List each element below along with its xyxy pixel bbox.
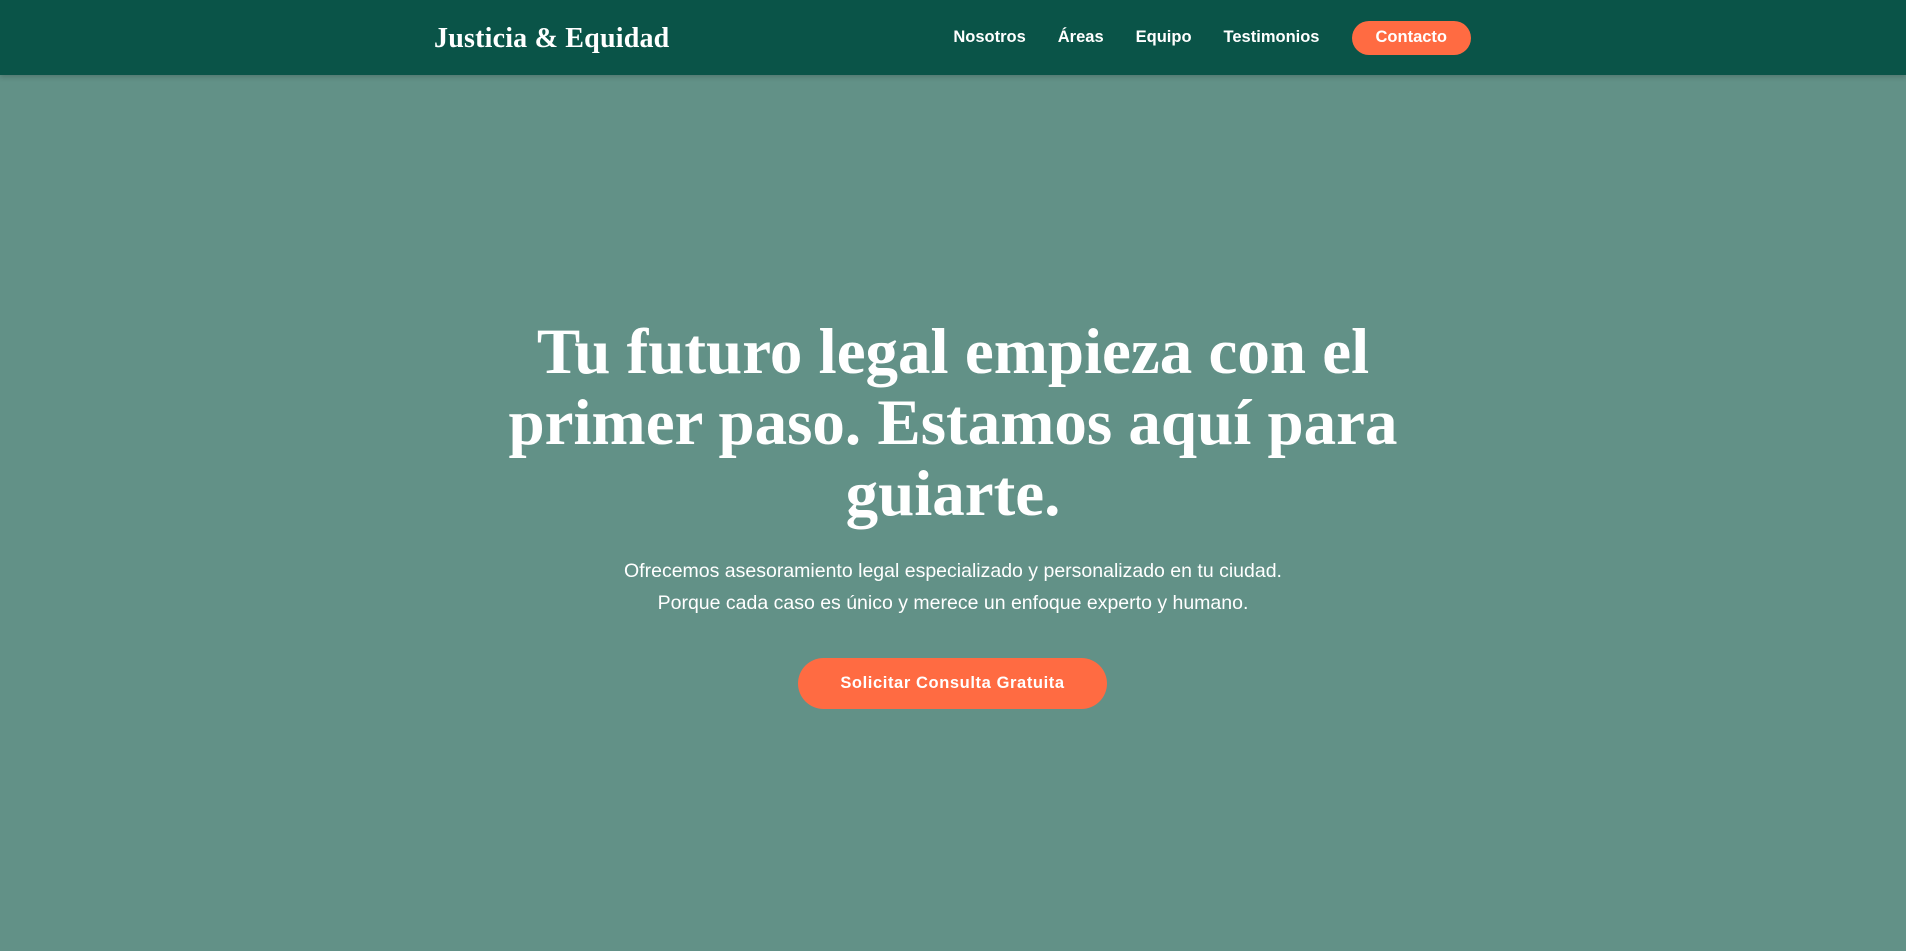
header-container: Justicia & Equidad Nosotros Áreas Equipo… xyxy=(434,0,1471,75)
contact-button[interactable]: Contacto xyxy=(1351,20,1471,55)
hero-subtitle: Ofrecemos asesoramiento legal especializ… xyxy=(453,555,1453,619)
hero-subtitle-line-2: Porque cada caso es único y merece un en… xyxy=(657,592,1249,614)
nav-link-testimonios[interactable]: Testimonios xyxy=(1224,28,1320,47)
hero-subtitle-line-1: Ofrecemos asesoramiento legal especializ… xyxy=(624,560,1282,582)
hero-title: Tu futuro legal empieza con el primer pa… xyxy=(508,316,1398,530)
nav-link-nosotros[interactable]: Nosotros xyxy=(953,28,1025,47)
main-nav: Nosotros Áreas Equipo Testimonios Contac… xyxy=(953,20,1471,55)
nav-link-equipo[interactable]: Equipo xyxy=(1136,28,1192,47)
nav-link-areas[interactable]: Áreas xyxy=(1058,28,1104,47)
brand-logo[interactable]: Justicia & Equidad xyxy=(434,23,669,55)
hero-section: Tu futuro legal empieza con el primer pa… xyxy=(0,75,1906,951)
site-header: Justicia & Equidad Nosotros Áreas Equipo… xyxy=(0,0,1906,75)
free-consultation-button[interactable]: Solicitar Consulta Gratuita xyxy=(798,658,1107,709)
